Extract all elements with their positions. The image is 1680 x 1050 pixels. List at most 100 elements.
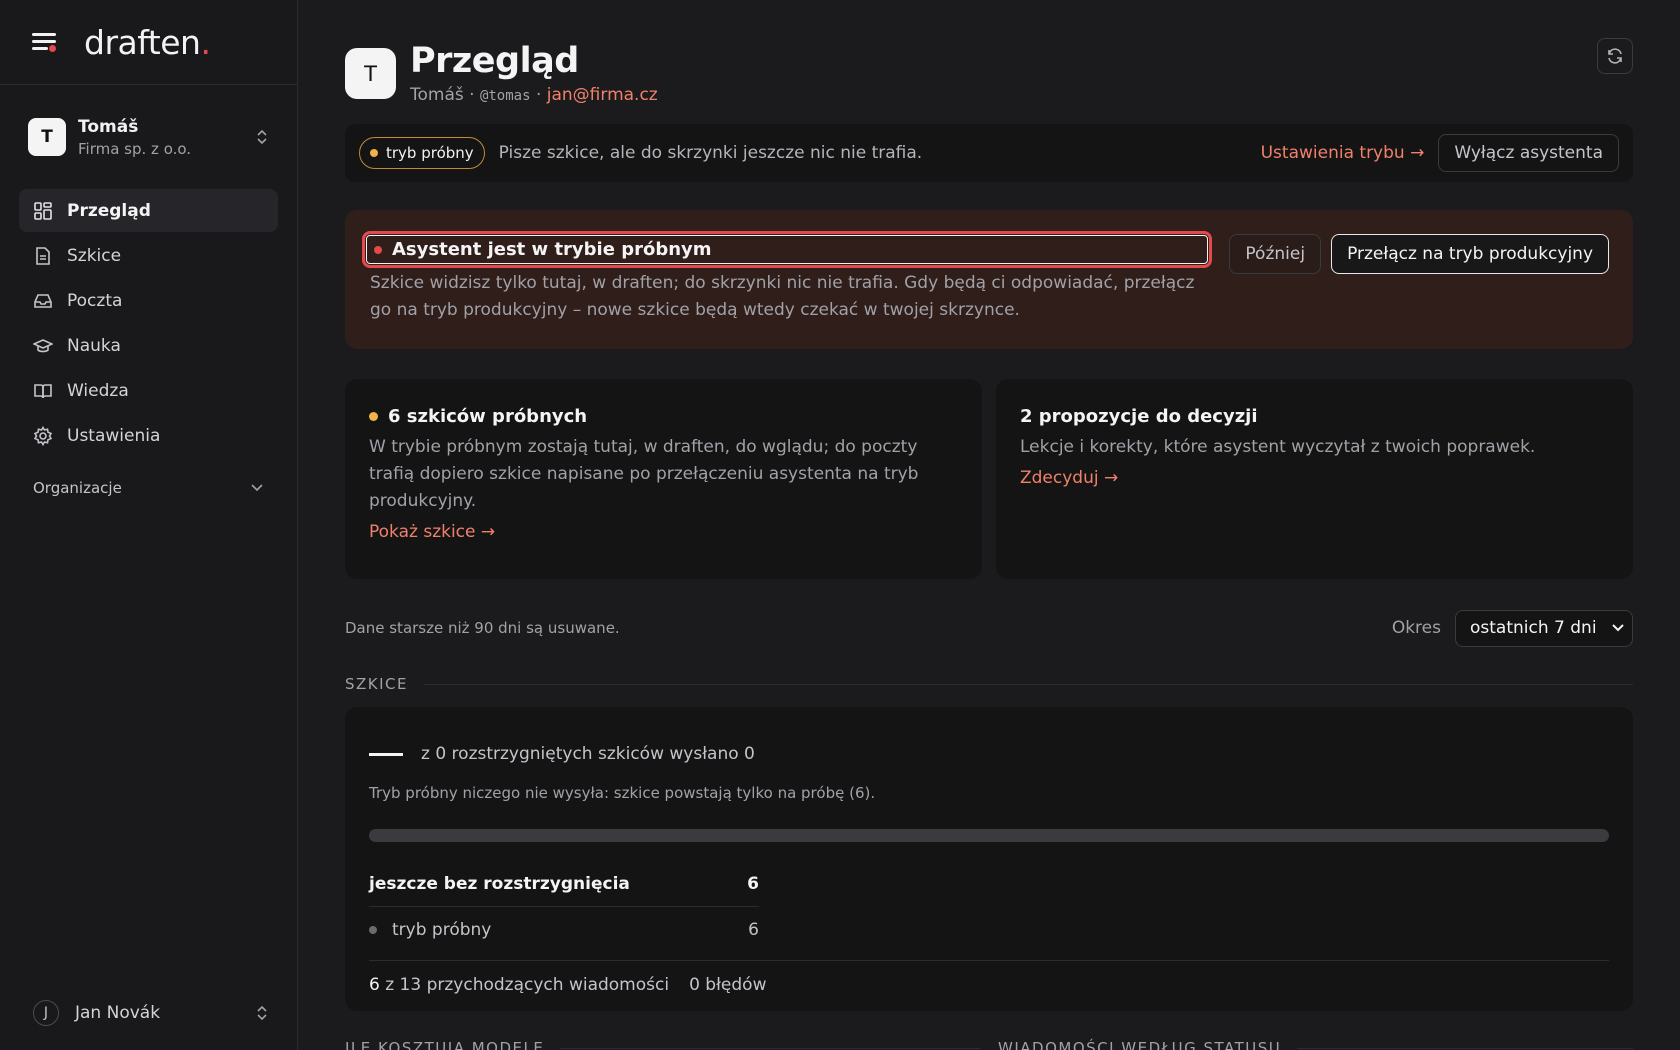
chevron-down-icon [1612, 624, 1624, 632]
status-dot [369, 412, 378, 421]
status-dot [369, 925, 377, 934]
later-button[interactable]: Później [1229, 234, 1322, 274]
trial-mode-alert: Asystent jest w trybie próbnym Szkice wi… [345, 210, 1633, 349]
incoming-count: 6 [369, 975, 380, 995]
org-switcher[interactable]: T Tomáš Firma sp. z o.o. [0, 85, 297, 189]
refresh-icon [1608, 48, 1622, 64]
menu-icon[interactable] [32, 31, 58, 53]
pending-label: jeszcze bez rozstrzygnięcia [369, 874, 630, 894]
card-title: 2 propozycje do decyzji [1020, 406, 1609, 427]
sidebar-item-label: Ustawienia [67, 425, 161, 446]
separator: · [469, 85, 475, 105]
period-label: Okres [1391, 618, 1441, 638]
drafts-stats: jeszcze bez rozstrzygnięcia 6 tryb próbn… [369, 862, 759, 952]
page-header: T Przegląd Tomáš · @tomas · jan@firma.cz [345, 0, 1633, 120]
chevron-updown-icon [257, 1005, 267, 1021]
sidebar-item-label: Poczta [67, 290, 123, 311]
retention-note: Dane starsze niż 90 dni są usuwane. [345, 619, 620, 637]
alert-title: Asystent jest w trybie próbnym [362, 231, 1212, 268]
bottom-sections: ILE KOSZTUJĄ MODELE WIADOMOŚCI WEDŁUG ST… [345, 1039, 1633, 1050]
disable-assistant-button[interactable]: Wyłącz asystenta [1438, 134, 1619, 172]
messages-status-section-title: WIADOMOŚCI WEDŁUG STATUSU [998, 1039, 1633, 1050]
switch-to-production-button[interactable]: Przełącz na tryb produkcyjny [1331, 234, 1609, 274]
show-drafts-link[interactable]: Pokaż szkice → [369, 522, 495, 542]
refresh-button[interactable] [1597, 38, 1633, 74]
card-text: W trybie próbnym zostają tutaj, w drafte… [369, 437, 919, 511]
section-heading: WIADOMOŚCI WEDŁUG STATUSU [998, 1039, 1282, 1050]
incoming-stat: 6 z 13 przychodzących wiadomości [369, 975, 669, 995]
incoming-text: z 13 przychodzących wiadomości [385, 975, 670, 995]
main-content: T Przegląd Tomáš · @tomas · jan@firma.cz… [345, 0, 1633, 1050]
sidebar-item-ustawienia[interactable]: Ustawienia [19, 414, 278, 457]
logo-text: draften [84, 22, 201, 62]
mode-description: Pisze szkice, ale do skrzynki jeszcze ni… [498, 143, 923, 163]
trial-row: tryb próbny 6 [369, 907, 759, 952]
sidebar-item-wiedza[interactable]: Wiedza [19, 369, 278, 412]
graduation-cap-icon [33, 338, 53, 352]
email-link[interactable]: jan@firma.cz [547, 85, 658, 105]
app-logo[interactable]: draften. [84, 22, 211, 62]
card-title-text: 6 szkiców próbnych [388, 406, 588, 427]
drafts-section-title: SZKICE [345, 675, 1633, 693]
dashboard-icon [34, 201, 52, 220]
sidebar-item-szkice[interactable]: Szkice [19, 234, 278, 277]
period-select[interactable]: ostatnich 7 dni [1455, 609, 1633, 647]
page-title: Przegląd [410, 41, 579, 81]
alert-body: Szkice widzisz tylko tutaj, w draften; d… [370, 273, 1195, 320]
mode-badge: tryb próbny [359, 137, 485, 169]
sidebar: draften. T Tomáš Firma sp. z o.o. Przegl… [0, 0, 298, 1050]
sidebar-item-poczta[interactable]: Poczta [19, 279, 278, 322]
period-select-value: ostatnich 7 dni [1470, 618, 1597, 638]
sidebar-item-nauka[interactable]: Nauka [19, 324, 278, 367]
brand-bar: draften. [0, 0, 297, 85]
chevron-down-icon [251, 484, 263, 492]
logo-dot: . [200, 22, 211, 62]
gear-icon [33, 425, 53, 446]
section-heading: ILE KOSZTUJĄ MODELE [345, 1039, 545, 1050]
user-name: Jan Novák [75, 1003, 161, 1023]
period-bar: Dane starsze niż 90 dni są usuwane. Okre… [345, 609, 1633, 647]
section-heading: SZKICE [345, 675, 409, 693]
status-dot [370, 149, 378, 157]
dash-indicator [369, 752, 403, 756]
user-handle: @tomas [479, 88, 531, 104]
status-dot [374, 245, 382, 254]
drafts-note: Tryb próbny niczego nie wysyła: szkice p… [369, 784, 876, 802]
chevron-updown-icon [255, 128, 269, 146]
sidebar-nav: Przegląd Szkice Poczta Nauka Wiedza Usta… [0, 189, 297, 457]
errors-stat: 0 błędów [689, 975, 767, 995]
card-text: Lekcje i korekty, które asystent wyczyta… [1020, 437, 1536, 457]
decide-link[interactable]: Zdecyduj → [1020, 468, 1118, 488]
sidebar-item-label: Nauka [67, 335, 121, 356]
inbox-icon [34, 293, 52, 308]
sidebar-item-label: Przegląd [67, 200, 151, 221]
mode-badge-label: tryb próbny [386, 144, 474, 162]
drafts-footer: 6 z 13 przychodzących wiadomości 0 błędó… [369, 960, 1609, 995]
organizations-label: Organizacje [33, 479, 122, 497]
org-company-name: Firma sp. z o.o. [78, 139, 192, 158]
card-title-text: 2 propozycje do decyzji [1020, 406, 1258, 427]
card-title: 6 szkiców próbnych [369, 406, 958, 427]
sidebar-item-przeglad[interactable]: Przegląd [19, 189, 278, 232]
trial-value: 6 [748, 919, 759, 940]
summary-cards: 6 szkiców próbnych W trybie próbnym zost… [345, 379, 1633, 579]
pending-row: jeszcze bez rozstrzygnięcia 6 [369, 862, 759, 907]
alert-actions: Później Przełącz na tryb produkcyjny [1219, 234, 1609, 274]
organizations-section-toggle[interactable]: Organizacje [0, 479, 297, 497]
proposals-card: 2 propozycje do decyzji Lekcje i korekty… [996, 379, 1633, 579]
mode-settings-link[interactable]: Ustawienia trybu → [1261, 143, 1425, 163]
header-user-name: Tomáš [410, 85, 464, 105]
pending-value: 6 [747, 874, 759, 894]
page-subtitle: Tomáš · @tomas · jan@firma.cz [410, 85, 658, 105]
sidebar-item-label: Wiedza [67, 380, 129, 401]
mode-bar: tryb próbny Pisze szkice, ale do skrzynk… [345, 124, 1633, 182]
separator: · [535, 85, 542, 105]
drafts-summary: z 0 rozstrzygniętych szkiców wysłano 0 [369, 744, 1609, 764]
book-icon [34, 383, 52, 398]
org-avatar: T [28, 118, 66, 156]
document-icon [36, 246, 50, 265]
user-menu[interactable]: J Jan Novák [33, 998, 269, 1028]
trial-drafts-card: 6 szkiców próbnych W trybie próbnym zost… [345, 379, 982, 579]
org-user-name: Tomáš [78, 116, 139, 137]
sidebar-item-label: Szkice [67, 245, 122, 266]
